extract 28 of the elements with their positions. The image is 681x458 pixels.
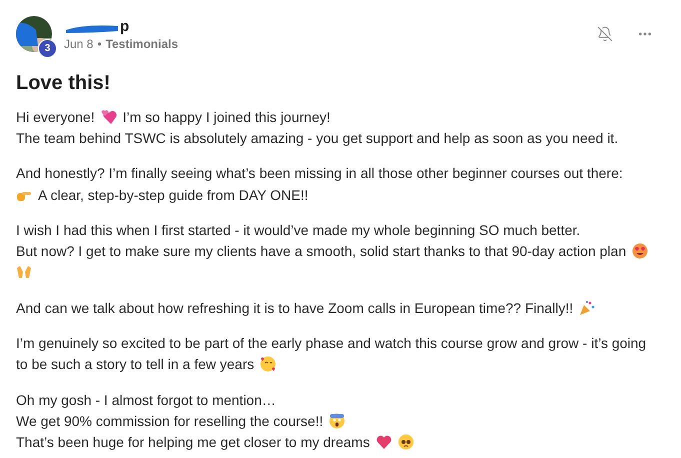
raised-hands-icon <box>16 264 32 280</box>
post-text: We get 90% commission for reselling the course!! <box>16 412 324 429</box>
mute-bell-icon[interactable] <box>597 26 613 42</box>
level-badge: 3 <box>38 39 57 58</box>
separator-dot: • <box>97 37 102 51</box>
post-text: The team behind TSWC is absolutely amazing - you get support and help as soon as you need it. <box>16 130 618 146</box>
post-text: Oh my gosh - I almost forgot to mention… <box>16 392 276 408</box>
post-text: to be such a story to tell in a few years <box>16 356 254 372</box>
emoji-icon <box>329 412 346 429</box>
author-name[interactable]: p <box>120 19 130 35</box>
emoji-icon <box>260 356 276 372</box>
heart-icon <box>376 434 392 450</box>
post-text: I’m so happy I joined this journey! <box>122 108 330 125</box>
emoji-icon <box>632 243 648 260</box>
post-text: That’s been huge for helping me get closer to my dreams <box>16 434 370 450</box>
hearts-icon <box>100 108 117 125</box>
post-text: And can we talk about how refreshing it is to have Zoom calls in European time?? Finally!! <box>16 300 574 316</box>
post-text: A clear, step-by-step guide from DAY ONE!! <box>38 186 308 203</box>
category-link[interactable]: Testimonials <box>106 37 178 51</box>
post-text: I’m genuinely so excited to be part of the early phase and watch this course grow and grow - it’s going <box>16 335 646 352</box>
post-date: Jun 8 <box>64 37 94 51</box>
post-text: And honestly? I’m finally seeing what’s been missing in all those other beginner courses out there: <box>16 165 623 182</box>
post-title: Love this! <box>16 72 112 95</box>
emoji-icon <box>398 434 414 450</box>
post-text: Hi everyone! <box>16 108 95 125</box>
post-text: I wish I had this when I first started - it would’ve made my whole beginning SO much better. <box>16 222 580 238</box>
party-popper-icon <box>579 300 596 316</box>
post-text: But now? I get to make sure my clients have a smooth, solid start thanks to that 90-day action plan <box>16 243 626 260</box>
